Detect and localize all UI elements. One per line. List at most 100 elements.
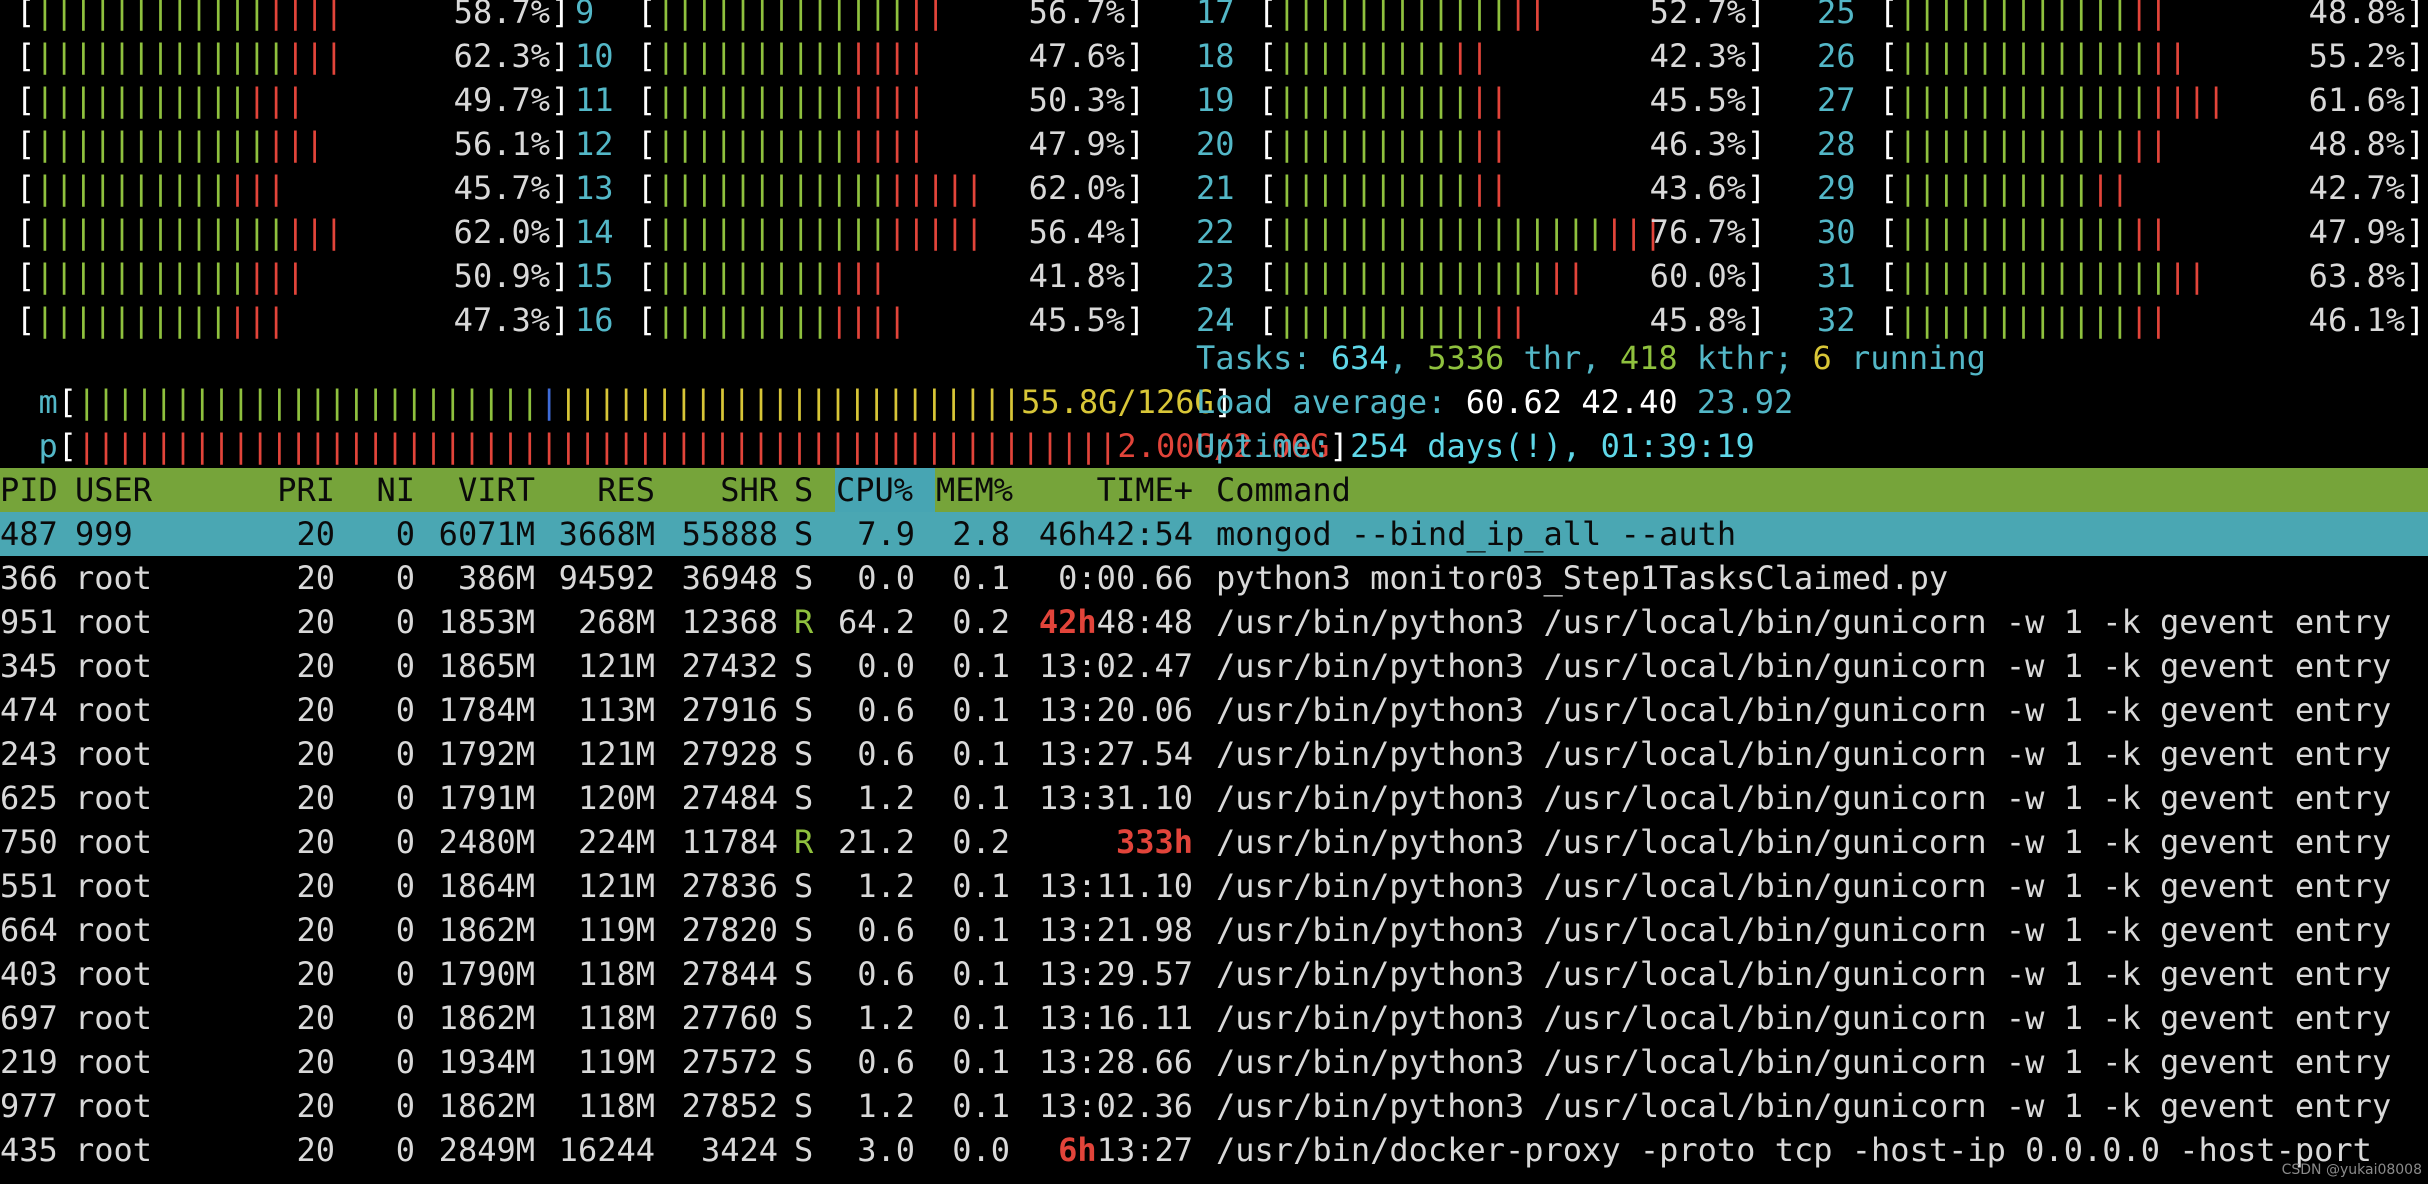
process-row[interactable]: 366 root 20 0 386M 94592 36948 S 0.0 0.1 0:00.66 py… (0, 556, 2428, 600)
process-row[interactable]: 435 root 20 0 2849M 16244 3424 S 3.0 0.0 6h13:27/u… (0, 1128, 2428, 1172)
meter-bar-user: ||||||||||||| (656, 0, 907, 31)
meter-bracket: ] (1125, 125, 1145, 163)
process-time: 13:11.10 (1020, 864, 1193, 908)
process-virt: 1864M (438, 867, 535, 905)
meter-bar-kernel: || (1546, 257, 1586, 295)
process-shr: 11784 (681, 823, 778, 861)
process-cpu: 3.0 (857, 1131, 915, 1169)
process-cmd: /usr/bin/python3 /usr/local/bin/gunicorn… (1216, 1043, 2392, 1081)
cpu-meter-percent: 46.1% (2308, 301, 2405, 339)
process-time: 13:02.47 (1020, 644, 1193, 688)
cpu-meter-percent: 56.7% (1028, 0, 1125, 31)
process-row[interactable]: 474 root 20 0 1784M 113M 27916 S 0.6 0.1 13:20.06 /… (0, 688, 2428, 732)
meter-bracket: ] (2405, 213, 2425, 251)
process-cpu: 1.2 (857, 999, 915, 1037)
process-mem: 0.1 (952, 867, 1010, 905)
column-header-ni[interactable]: NI (345, 468, 415, 512)
process-row[interactable]: 551 root 20 0 1864M 121M 27836 S 1.2 0.1 13:11.10 /… (0, 864, 2428, 908)
process-row[interactable]: 625 root 20 0 1791M 120M 27484 S 1.2 0.1 13:31.10 /… (0, 776, 2428, 820)
process-s: S (794, 867, 814, 905)
process-ni: 0 (395, 999, 415, 1037)
process-row[interactable]: 345 root 20 0 1865M 121M 27432 S 0.0 0.1 13:02.47 /… (0, 644, 2428, 688)
process-ni: 0 (395, 867, 415, 905)
meter-bar-kernel: || (1489, 301, 1528, 339)
meter-bracket: ] (550, 169, 570, 207)
meter-bracket: ] (1125, 37, 1145, 75)
process-virt: 6071M (438, 515, 535, 553)
column-header-pri[interactable]: PRI (230, 468, 335, 512)
process-res: 119M (577, 911, 655, 949)
meter-bar-user: ||||||||||||| (35, 37, 286, 75)
process-pid: 551 (0, 867, 58, 905)
meter-bracket: [ (1879, 213, 1899, 251)
meter-bracket: [ (637, 81, 657, 119)
process-s: S (794, 1087, 814, 1125)
process-time: 13:27.54 (1038, 735, 1193, 773)
column-header-cpu[interactable]: CPU% (836, 468, 932, 512)
cpu-meter: 15 [|||||||||||| 41.8%] (575, 254, 1175, 298)
process-row[interactable]: 697 root 20 0 1862M 118M 27760 S 1.2 0.1 13:16.11 /… (0, 996, 2428, 1040)
process-mem: 0.1 (952, 647, 1010, 685)
process-cpu: 0.6 (857, 1043, 915, 1081)
cpu-meter-id: 25 (1817, 0, 1856, 31)
process-virt: 1862M (438, 911, 535, 949)
column-header-virt[interactable]: VIRT (420, 468, 535, 512)
process-ni: 0 (395, 647, 415, 685)
process-row[interactable]: 664 root 20 0 1862M 119M 27820 S 0.6 0.1 13:21.98 /… (0, 908, 2428, 952)
process-cmd: /usr/bin/python3 /usr/local/bin/gunicorn… (1216, 691, 2392, 729)
cpu-meter: [||||||||||||| 45.7%] (0, 166, 600, 210)
process-cpu: 0.0 (857, 647, 915, 685)
process-s: S (794, 647, 814, 685)
meter-bar-user: ||||||||||| (1277, 301, 1490, 339)
process-shr: 27844 (681, 955, 778, 993)
cpu-meter: 17 [|||||||||||||| 52.7%] (1196, 0, 1796, 34)
column-header-time[interactable]: TIME+ (1020, 468, 1193, 512)
process-row[interactable]: 977 root 20 0 1862M 118M 27852 S 1.2 0.1 13:02.36 /… (0, 1084, 2428, 1128)
process-row[interactable]: 750 root 20 0 2480M 224M 11784 R 21.2 0.2 333h/usr… (0, 820, 2428, 864)
process-mem: 0.1 (952, 691, 1010, 729)
meter-bar-kernel: || (1469, 125, 1509, 163)
process-mem: 0.2 (952, 823, 1010, 861)
meter-bar-user: |||||||||| (1898, 169, 2091, 207)
process-cpu: 21.2 (837, 823, 915, 861)
meter-bracket: ] (1746, 257, 1766, 295)
cpu-meter-id: 11 (575, 81, 614, 119)
cpu-meter-id: 14 (575, 213, 614, 251)
meter-bracket: [ (1879, 169, 1899, 207)
process-res: 121M (577, 867, 655, 905)
cpu-meter: 27 [||||||||||||||||| 61.6%] (1817, 78, 2425, 122)
cpu-meter: 12 [|||||||||||||| 47.9%] (575, 122, 1175, 166)
process-pri: 20 (296, 1087, 335, 1125)
meter-bar-user: ||||||||||||| (1898, 37, 2149, 75)
process-res: 118M (577, 999, 655, 1037)
process-time: 13:11.10 (1038, 867, 1193, 905)
column-header-res[interactable]: RES (540, 468, 655, 512)
meter-bracket: ] (2405, 125, 2425, 163)
process-row[interactable]: 219 root 20 0 1934M 119M 27572 S 0.6 0.1 13:28.66 /… (0, 1040, 2428, 1084)
process-res: 121M (577, 735, 655, 773)
process-row[interactable]: 403 root 20 0 1790M 118M 27844 S 0.6 0.1 13:29.57 /… (0, 952, 2428, 996)
column-header-s[interactable]: S (794, 468, 818, 512)
cpu-meter-id: 31 (1817, 257, 1856, 295)
column-header-user[interactable]: USER (75, 468, 225, 512)
cpu-meter-percent: 43.6% (1649, 169, 1746, 207)
process-mem: 0.1 (952, 1043, 1010, 1081)
process-row[interactable]: 243 root 20 0 1792M 121M 27928 S 0.6 0.1 13:27.54 /… (0, 732, 2428, 776)
process-pri: 20 (296, 955, 335, 993)
column-header-shr[interactable]: SHR (660, 468, 778, 512)
cpu-meter: [|||||||||||||||| 58.7%] (0, 0, 600, 34)
process-pri: 20 (296, 779, 335, 817)
meter-bar-kernel: |||| (2148, 81, 2226, 119)
column-header-pid[interactable]: PID (0, 468, 70, 512)
process-row[interactable]: 951 root 20 0 1853M 268M 12368 R 64.2 0.2 42h48:48… (0, 600, 2428, 644)
process-mem: 0.2 (952, 603, 1010, 641)
process-time-hours: 333h (1115, 823, 1193, 861)
process-row[interactable]: 487 999 20 0 6071M 3668M 55888 S 7.9 2.8 46h42:54 m… (0, 512, 2428, 556)
column-header-mem[interactable]: MEM% (936, 468, 1014, 512)
cpu-meter-percent: 50.3% (1028, 81, 1125, 119)
meter-bracket: ] (2405, 257, 2425, 295)
column-header-cmd[interactable]: Command (1216, 468, 2428, 512)
cpu-meter-percent: 56.1% (453, 125, 550, 163)
process-virt: 386M (457, 559, 535, 597)
process-ni: 0 (395, 1087, 415, 1125)
